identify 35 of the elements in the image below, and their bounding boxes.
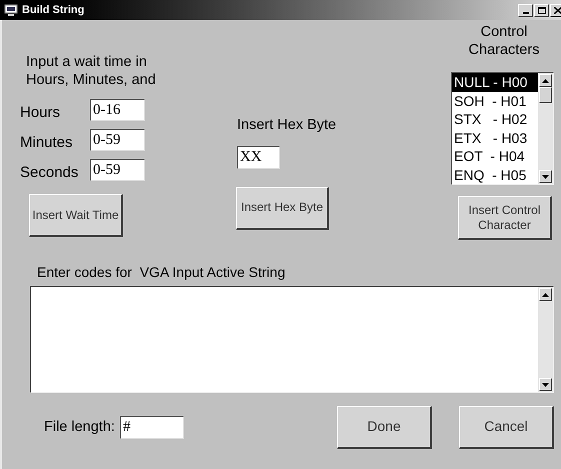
- codes-label: Enter codes for VGA Input Active String: [37, 265, 286, 279]
- file-length-field[interactable]: #: [120, 416, 184, 439]
- close-button[interactable]: [550, 4, 561, 16]
- minimize-button[interactable]: [518, 4, 533, 16]
- cancel-button[interactable]: Cancel: [459, 406, 554, 449]
- scroll-thumb[interactable]: [539, 87, 552, 103]
- up-arrow-icon: [542, 78, 549, 82]
- scroll-up-button[interactable]: [539, 74, 552, 87]
- insert-hex-byte-button[interactable]: Insert Hex Byte: [236, 186, 329, 230]
- field-label: Seconds: [20, 165, 80, 181]
- file-length-label: File length:: [44, 418, 115, 437]
- down-arrow-icon: [542, 174, 549, 178]
- insert-wait-time-button[interactable]: Insert Wait Time: [29, 194, 123, 237]
- done-button[interactable]: Done: [337, 406, 432, 449]
- scrollbar[interactable]: [538, 73, 553, 184]
- wait-time-prompt: Input a wait time in Hours, Minutes, and: [26, 53, 157, 89]
- time-field[interactable]: 0-59: [90, 129, 145, 151]
- field-label: Minutes: [20, 135, 74, 151]
- scroll-up-button[interactable]: [539, 288, 552, 301]
- control-characters-title: Control Characters: [468, 23, 540, 59]
- list-item[interactable]: NULL - H00: [452, 73, 538, 92]
- time-field[interactable]: 0-59: [90, 159, 145, 181]
- insert-control-character-button[interactable]: Insert Control Character: [458, 196, 552, 240]
- hex-byte-label: Insert Hex Byte: [237, 116, 338, 135]
- scrollbar[interactable]: [538, 287, 553, 392]
- window-title: Build String: [22, 2, 84, 18]
- scroll-down-button[interactable]: [539, 378, 552, 391]
- time-field[interactable]: 0-16: [90, 99, 145, 121]
- down-arrow-icon: [542, 382, 549, 386]
- scroll-down-button[interactable]: [539, 170, 552, 183]
- window-icon: [4, 4, 18, 16]
- hex-byte-field[interactable]: XX: [237, 146, 280, 169]
- up-arrow-icon: [542, 292, 549, 296]
- field-label: Hours: [20, 105, 62, 121]
- maximize-button[interactable]: [534, 4, 549, 16]
